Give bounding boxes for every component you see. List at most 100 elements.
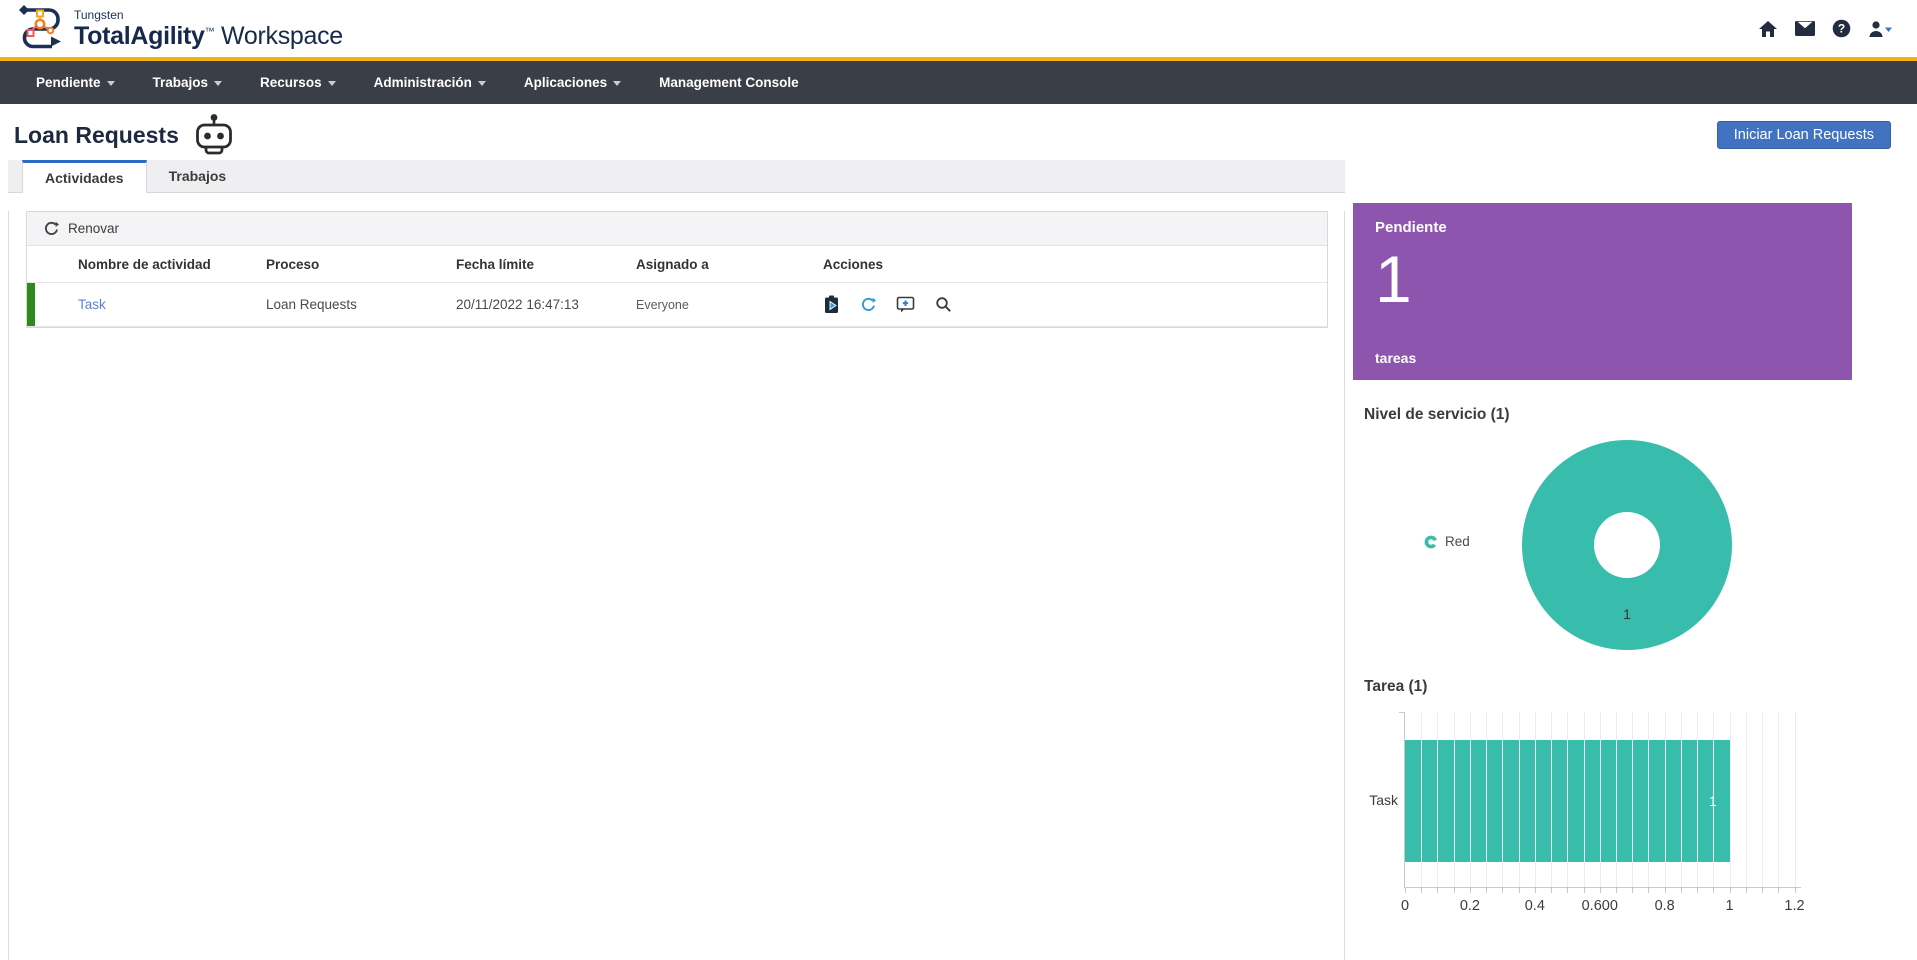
gridline: [1794, 712, 1796, 887]
x-axis-tick-label: 1.2: [1784, 898, 1805, 914]
x-axis-tick-label: 1: [1725, 898, 1734, 914]
x-axis-tick: [1437, 887, 1439, 893]
chevron-down-icon: [327, 80, 336, 86]
totalagility-logo-icon: [18, 3, 64, 54]
nav-item-trabajos[interactable]: Trabajos: [153, 75, 223, 90]
gridline: [1778, 712, 1780, 887]
gridline: [1469, 712, 1471, 887]
reassign-icon[interactable]: [860, 297, 876, 313]
x-axis-tick: [1469, 887, 1471, 893]
refresh-icon: [43, 221, 59, 237]
gridline: [1664, 712, 1666, 887]
chevron-down-icon: [106, 80, 115, 86]
table-header-row: Nombre de actividad Proceso Fecha límite…: [27, 246, 1327, 283]
col-nombre-de-actividad[interactable]: Nombre de actividad: [78, 257, 266, 272]
brand-totalagility: TotalAgility: [74, 21, 205, 50]
x-axis-tick: [1648, 887, 1650, 893]
tab-strip: Actividades Trabajos: [8, 160, 1345, 193]
activity-name-link[interactable]: Task: [78, 297, 266, 312]
x-axis-tick: [1762, 887, 1764, 893]
user-menu-icon[interactable]: [1867, 20, 1893, 38]
service-level-donut-chart: 1: [1521, 439, 1733, 656]
summary-title: Pendiente: [1375, 219, 1447, 236]
col-acciones: Acciones: [823, 256, 884, 272]
bar-chart-title: Tarea (1): [1364, 678, 1428, 695]
gridline: [1453, 712, 1455, 887]
x-axis-tick: [1599, 887, 1601, 893]
x-axis-tick: [1453, 887, 1455, 893]
gridline: [1680, 712, 1682, 887]
x-axis-tick: [1502, 887, 1504, 893]
x-axis-tick: [1729, 887, 1731, 893]
gridline: [1745, 712, 1747, 887]
tab-actividades[interactable]: Actividades: [22, 160, 147, 193]
nav-item-recursos[interactable]: Recursos: [260, 75, 336, 90]
gridline: [1762, 712, 1764, 887]
x-axis-tick: [1486, 887, 1488, 893]
refresh-button[interactable]: Renovar: [27, 212, 1327, 246]
x-axis-tick: [1534, 887, 1536, 893]
x-axis-tick-label: 0.2: [1459, 898, 1480, 914]
home-icon[interactable]: [1758, 20, 1778, 38]
col-fecha-limite[interactable]: Fecha límite: [456, 257, 636, 272]
page-title: Loan Requests: [14, 121, 179, 148]
legend-item-red[interactable]: Red: [1424, 534, 1470, 549]
gridline: [1486, 712, 1488, 887]
gridline: [1518, 712, 1520, 887]
iniciar-loan-requests-button[interactable]: Iniciar Loan Requests: [1716, 121, 1891, 149]
x-axis-tick-label: 0.4: [1524, 898, 1545, 914]
donut-value-label: 1: [1623, 606, 1631, 622]
legend-ring: [1424, 535, 1438, 548]
bar-value-label: 1: [1709, 794, 1730, 809]
chevron-down-icon: [613, 80, 622, 86]
brand-trademark: ™: [204, 26, 215, 38]
nav-item-aplicaciones[interactable]: Aplicaciones: [524, 75, 622, 90]
add-note-icon[interactable]: [896, 296, 915, 313]
pendiente-summary-card[interactable]: Pendiente 1 tareas: [1353, 203, 1852, 380]
brand-tungsten: Tungsten: [74, 7, 124, 22]
gridline: [1502, 712, 1504, 887]
gridline: [1437, 712, 1439, 887]
table-row[interactable]: Task Loan Requests 20/11/2022 16:47:13 E…: [27, 283, 1327, 327]
y-axis-tick: [1399, 712, 1405, 713]
view-details-icon[interactable]: [935, 296, 952, 313]
x-axis-tick: [1745, 887, 1747, 893]
nav-item-management-console[interactable]: Management Console: [659, 75, 799, 90]
activities-tab-panel: Renovar Nombre de actividad Proceso Fech…: [8, 211, 1345, 960]
open-activity-icon[interactable]: [823, 295, 840, 314]
col-asignado-a[interactable]: Asignado a: [636, 257, 823, 272]
x-axis-tick-label: 0.600: [1581, 898, 1618, 914]
dashboard-panel: Pendiente 1 tareas Nivel de servicio (1)…: [1353, 203, 1852, 938]
gridline: [1648, 712, 1650, 887]
x-axis-tick: [1551, 887, 1553, 893]
bar-plot: 1 0 0.2 0.4 0.600 0.8 1 1.2: [1399, 712, 1805, 914]
x-axis-tick: [1713, 887, 1715, 893]
tab-trabajos[interactable]: Trabajos: [147, 160, 249, 192]
brand-workspace: Workspace: [221, 21, 343, 50]
gridline: [1583, 712, 1585, 887]
nav-item-administracion[interactable]: Administración: [374, 75, 486, 90]
x-axis-tick: [1421, 887, 1423, 893]
x-axis-tick-label: 0: [1400, 898, 1410, 914]
help-icon[interactable]: ?: [1832, 19, 1851, 38]
priority-bar: [27, 283, 35, 326]
due-date-cell: 20/11/2022 16:47:13: [456, 297, 579, 312]
nav-item-pendiente[interactable]: Pendiente: [36, 75, 115, 90]
messages-icon[interactable]: [1794, 20, 1816, 37]
bar-category-label: Task: [1369, 792, 1398, 808]
x-axis-tick: [1778, 887, 1780, 893]
legend-marker-icon: [1424, 535, 1438, 548]
gridline: [1551, 712, 1553, 887]
x-axis-tick: [1567, 887, 1569, 893]
gridline: [1697, 712, 1699, 887]
chevron-down-icon: [477, 80, 486, 86]
col-proceso[interactable]: Proceso: [266, 257, 456, 272]
donut-chart-title: Nivel de servicio (1): [1364, 406, 1510, 423]
gridline: [1567, 712, 1569, 887]
summary-unit: tareas: [1375, 350, 1417, 366]
summary-count: 1: [1375, 242, 1412, 316]
x-axis-tick: [1664, 887, 1666, 893]
x-axis-tick: [1680, 887, 1682, 893]
brand-logo[interactable]: Tungsten TotalAgility™ Workspace: [18, 3, 343, 54]
main-nav: Pendiente Trabajos Recursos Administraci…: [0, 61, 1917, 104]
